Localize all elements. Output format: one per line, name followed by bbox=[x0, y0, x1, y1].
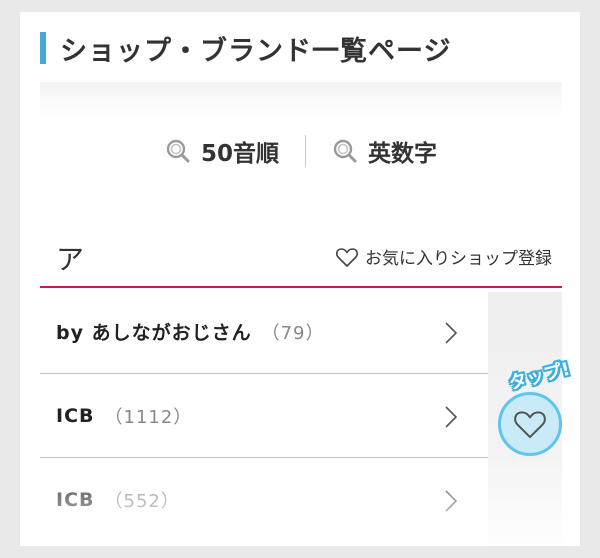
shop-name: by あしながおじさん bbox=[56, 322, 252, 344]
search-icon bbox=[166, 139, 190, 163]
shop-item-count: （552） bbox=[104, 491, 180, 512]
search-tab-panel: 50音順 英数字 bbox=[40, 82, 562, 212]
page-title-text: ショップ・ブランド一覧ページ bbox=[60, 35, 452, 67]
shop-brand-list-card: ショップ・ブランド一覧ページ 50音順 英数字 ア お気に入りショップ登録 by… bbox=[20, 12, 580, 546]
tab-label: 英数字 bbox=[368, 141, 437, 167]
section-letter: ア bbox=[56, 243, 85, 276]
list-item[interactable]: ICB （552） bbox=[40, 458, 488, 542]
favorite-shop-register-button[interactable]: お気に入りショップ登録 bbox=[335, 244, 552, 269]
tab-divider bbox=[305, 135, 306, 167]
search-icon bbox=[333, 139, 357, 163]
list-item[interactable]: ICB （1112） bbox=[40, 374, 488, 458]
list-item[interactable]: by あしながおじさん （79） bbox=[40, 290, 488, 374]
tab-label: 50音順 bbox=[200, 141, 279, 167]
chevron-right-icon bbox=[445, 406, 458, 428]
shop-list: by あしながおじさん （79） ICB （1112） ICB （552） bbox=[40, 290, 488, 542]
search-tabs: 50音順 英数字 bbox=[40, 134, 562, 168]
title-accent-bar bbox=[40, 32, 46, 64]
tab-50-on-order[interactable]: 50音順 bbox=[159, 134, 285, 168]
tab-alphanumeric[interactable]: 英数字 bbox=[326, 134, 443, 168]
heart-outline-icon bbox=[336, 247, 358, 267]
page-title: ショップ・ブランド一覧ページ bbox=[40, 32, 451, 67]
section-header: ア お気に入りショップ登録 bbox=[40, 232, 562, 288]
chevron-right-icon bbox=[445, 322, 458, 344]
shop-item-count: （1112） bbox=[104, 406, 193, 428]
favorite-toggle-button[interactable] bbox=[498, 392, 562, 456]
favorite-register-label: お気に入りショップ登録 bbox=[365, 249, 552, 269]
heart-outline-icon bbox=[514, 411, 546, 439]
chevron-right-icon bbox=[445, 490, 458, 512]
shop-name: ICB bbox=[56, 404, 95, 427]
shop-name: ICB bbox=[56, 489, 95, 511]
shop-item-count: （79） bbox=[261, 322, 325, 344]
